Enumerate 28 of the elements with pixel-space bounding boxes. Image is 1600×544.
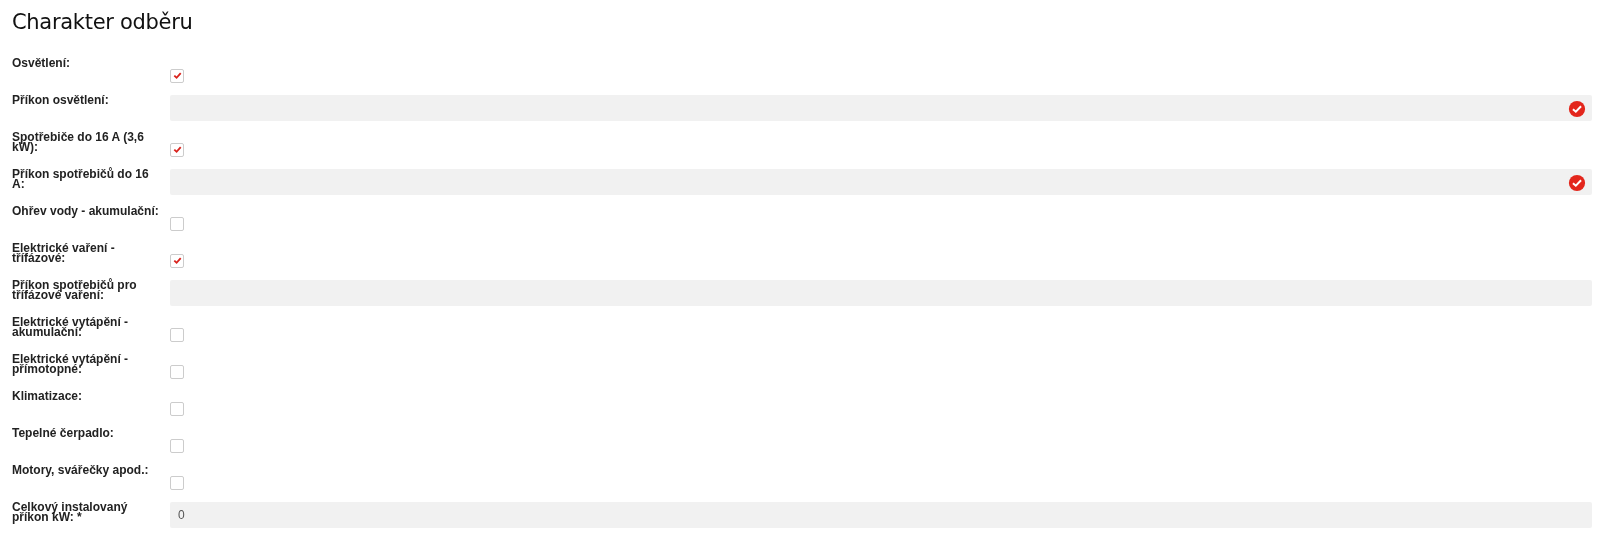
field-label: Příkon spotřebičů do 16 A:: [12, 166, 150, 190]
field-label: Klimatizace:: [12, 388, 84, 402]
section-heading: Charakter odběru: [12, 10, 194, 34]
checkbox[interactable]: [170, 253, 184, 268]
field-label: Spotřebiče do 16 A (3,6 kW):: [12, 129, 145, 153]
checkbox[interactable]: [170, 68, 184, 83]
checkbox[interactable]: [170, 327, 184, 342]
input-field[interactable]: [170, 94, 1592, 121]
checkbox[interactable]: [170, 475, 184, 490]
input-field[interactable]: [170, 168, 1592, 195]
field-label: Tepelné čerpadlo:: [12, 425, 115, 439]
check-circle-icon: [1568, 174, 1586, 192]
checkbox[interactable]: [170, 438, 184, 453]
checkbox[interactable]: [170, 401, 184, 416]
field-label: Elektrické vytápění - přímotopné:: [12, 351, 130, 375]
field-label: Elektrické vytápění - akumulační:: [12, 314, 130, 338]
checkbox[interactable]: [170, 216, 184, 231]
checkbox[interactable]: [170, 364, 184, 379]
input-field[interactable]: 0: [170, 501, 1592, 528]
field-label: Ohřev vody - akumulační:: [12, 203, 160, 217]
field-label: Příkon spotřebičů pro třífázové vaření:: [12, 277, 138, 301]
field-label: Příkon osvětlení:: [12, 92, 110, 106]
check-circle-icon: [1568, 100, 1586, 118]
field-label: Celkový instalovaný příkon kW: *: [12, 499, 129, 523]
checkbox[interactable]: [170, 142, 184, 157]
field-label: Elektrické vaření - třífázové:: [12, 240, 116, 264]
field-label: Motory, svářečky apod.:: [12, 462, 150, 476]
field-label: Osvětlení:: [12, 55, 72, 69]
